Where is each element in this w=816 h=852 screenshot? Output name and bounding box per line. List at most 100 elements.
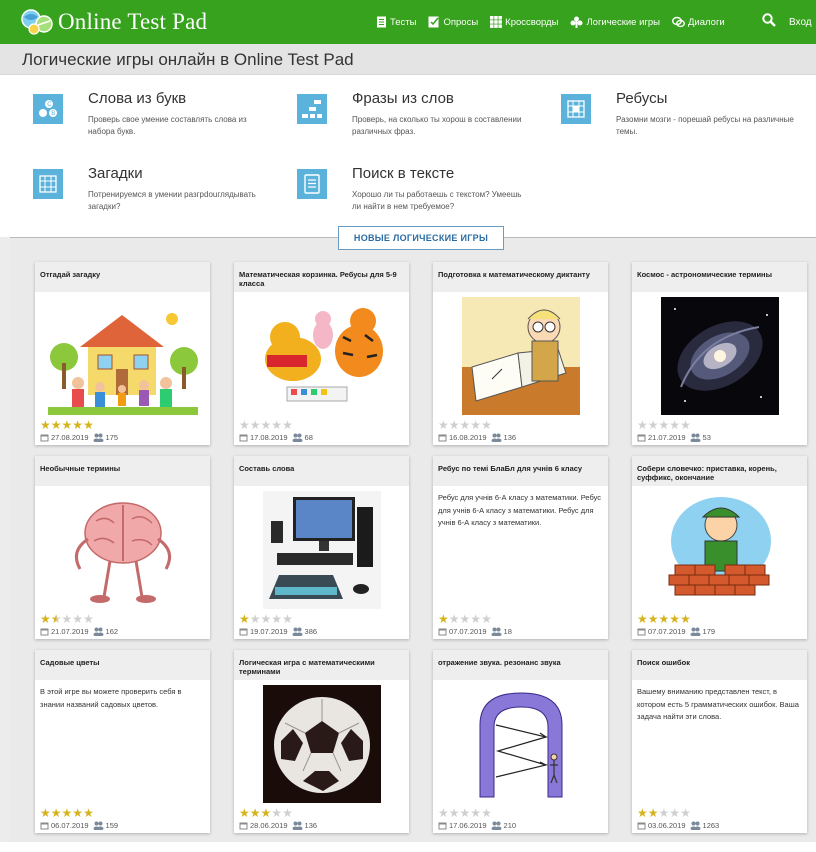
category-title[interactable]: Слова из букв (88, 90, 186, 107)
game-title[interactable]: отражение звука. резонанс звука (433, 650, 608, 680)
rating-stars: ★★★★★ (239, 613, 293, 625)
builder-drawing[interactable] (632, 491, 807, 609)
game-title[interactable]: Отгадай загадку (35, 262, 210, 292)
users-icon (93, 433, 104, 442)
nav-crosswords[interactable]: Кроссворды (490, 16, 558, 28)
star-icon: ★ (448, 418, 460, 432)
game-title[interactable]: Логическая игра с математическими термин… (234, 650, 409, 680)
game-title[interactable]: Ребус по темі БлаБл для учнів 6 класу (433, 456, 608, 486)
nav-tests[interactable]: Тесты (376, 16, 416, 28)
game-count: 386 (304, 627, 318, 636)
star-icon: ★ (680, 612, 691, 626)
calendar-icon (239, 822, 248, 830)
nav-polls[interactable]: Опросы (428, 16, 478, 28)
star-icon: ★ (50, 806, 62, 820)
game-title[interactable]: Поиск ошибок (632, 650, 807, 680)
paper-football-photo[interactable] (234, 685, 409, 803)
pooh-tigger-drawing[interactable] (234, 297, 409, 415)
game-count: 53 (702, 433, 711, 442)
game-card[interactable]: Составь слова ★★★★★ 19.07.2019 386 (234, 456, 409, 639)
nav-dialogs[interactable]: Диалоги (671, 16, 725, 28)
phrases-icon (297, 94, 327, 124)
login-link[interactable]: Вход (789, 0, 812, 44)
house-family-drawing[interactable] (35, 297, 210, 415)
calendar-icon (40, 822, 49, 830)
star-icon: ★ (40, 806, 51, 820)
puzzle-icon (570, 16, 583, 28)
thinking-man-drawing[interactable] (433, 297, 608, 415)
poll-icon (428, 16, 440, 28)
new-games-button[interactable]: НОВЫЕ ЛОГИЧЕСКИЕ ИГРЫ (338, 226, 504, 250)
game-title[interactable]: Математическая корзинка. Ребусы для 5-9 … (234, 262, 409, 292)
game-card[interactable]: Поиск ошибок Вашему вниманию представлен… (632, 650, 807, 833)
page-title: Логические игры онлайн в Online Test Pad (22, 50, 354, 69)
star-icon: ★ (481, 612, 492, 626)
game-card[interactable]: Собери словечко: приставка, корень, суфф… (632, 456, 807, 639)
game-count: 1263 (702, 821, 720, 830)
star-icon: ★ (658, 806, 670, 820)
nav-tests-label: Тесты (390, 16, 417, 28)
star-icon: ★ (50, 418, 62, 432)
star-icon: ★ (239, 612, 250, 626)
categories-panel: CB Слова из букв Проверь свое умение сос… (0, 75, 816, 237)
game-title[interactable]: Собери словечко: приставка, корень, суфф… (632, 456, 807, 486)
search-button[interactable] (762, 13, 776, 32)
galaxy-photo[interactable] (632, 297, 807, 415)
game-card[interactable]: Логическая игра с математическими термин… (234, 650, 409, 833)
star-icon: ★ (647, 612, 659, 626)
star-icon: ★ (647, 806, 659, 820)
category-title[interactable]: Фразы из слов (352, 90, 454, 107)
computer-photo[interactable] (234, 491, 409, 609)
calendar-icon (438, 628, 447, 636)
game-card[interactable]: Космос - астрономические термины ★★★★★ 2… (632, 262, 807, 445)
game-date: 03.06.2019 (648, 821, 686, 830)
game-count: 18 (503, 627, 512, 636)
category-desc: Проверь, на сколько ты хорош в составлен… (352, 115, 522, 136)
star-icon: ★ (271, 612, 283, 626)
game-card[interactable]: Отгадай загадку ★★★★★ 27.08.2019 175 (35, 262, 210, 445)
rating-stars: ★★★★★ (637, 807, 691, 819)
star-icon: ★ (249, 418, 261, 432)
game-card[interactable]: Подготовка к математическому диктанту ★★… (433, 262, 608, 445)
users-icon (292, 627, 303, 636)
users-icon (491, 433, 502, 442)
star-icon: ★ (40, 418, 51, 432)
text-search-icon (297, 169, 327, 199)
category-title[interactable]: Ребусы (616, 90, 667, 107)
users-icon (690, 627, 701, 636)
game-date: 07.07.2019 (449, 627, 487, 636)
game-title[interactable]: Подготовка к математическому диктанту (433, 262, 608, 292)
game-card[interactable]: Садовые цветы В этой игре вы можете пров… (35, 650, 210, 833)
star-icon: ★ (637, 418, 648, 432)
calendar-icon (40, 628, 49, 636)
game-card[interactable]: Ребус по темі БлаБл для учнів 6 класу Ре… (433, 456, 608, 639)
category-title[interactable]: Загадки (88, 165, 143, 182)
nav-logic-games[interactable]: Логические игры (570, 16, 660, 28)
game-description: Ребус для учнів 6-А класу з математики. … (438, 493, 602, 527)
star-icon: ★ (669, 418, 681, 432)
game-card[interactable]: Математическая корзинка. Ребусы для 5-9 … (234, 262, 409, 445)
calendar-icon (40, 434, 49, 442)
site-logo[interactable]: Online Test Pad (20, 7, 207, 37)
game-card[interactable]: отражение звука. резонанс звука ★★★★★ 17… (433, 650, 608, 833)
category-desc: Разомни мозги - порешай ребусы на различ… (616, 115, 794, 136)
game-title[interactable]: Космос - астрономические термины (632, 262, 807, 292)
category-title[interactable]: Поиск в тексте (352, 165, 454, 182)
logo-icon (21, 9, 53, 35)
game-title[interactable]: Садовые цветы (35, 650, 210, 680)
nav-logic-games-label: Логические игры (586, 16, 660, 28)
star-icon: ★ (61, 418, 73, 432)
game-title[interactable]: Составь слова (234, 456, 409, 486)
brain-character[interactable] (35, 491, 210, 609)
star-icon: ★ (481, 806, 492, 820)
game-title[interactable]: Необычные термины (35, 456, 210, 486)
rating-stars: ★★★★★ (40, 807, 94, 819)
game-card[interactable]: Необычные термины ★★★★★ 21.07.2019 162 (35, 456, 210, 639)
category-desc: Хорошо ли ты работаешь с текстом? Умеешь… (352, 190, 522, 211)
star-icon: ★ (239, 806, 250, 820)
game-date: 17.06.2019 (449, 821, 487, 830)
sound-arch-diagram[interactable] (433, 685, 608, 803)
star-icon: ★ (658, 418, 670, 432)
rating-stars: ★★★★★ (438, 613, 492, 625)
game-date: 07.07.2019 (648, 627, 686, 636)
